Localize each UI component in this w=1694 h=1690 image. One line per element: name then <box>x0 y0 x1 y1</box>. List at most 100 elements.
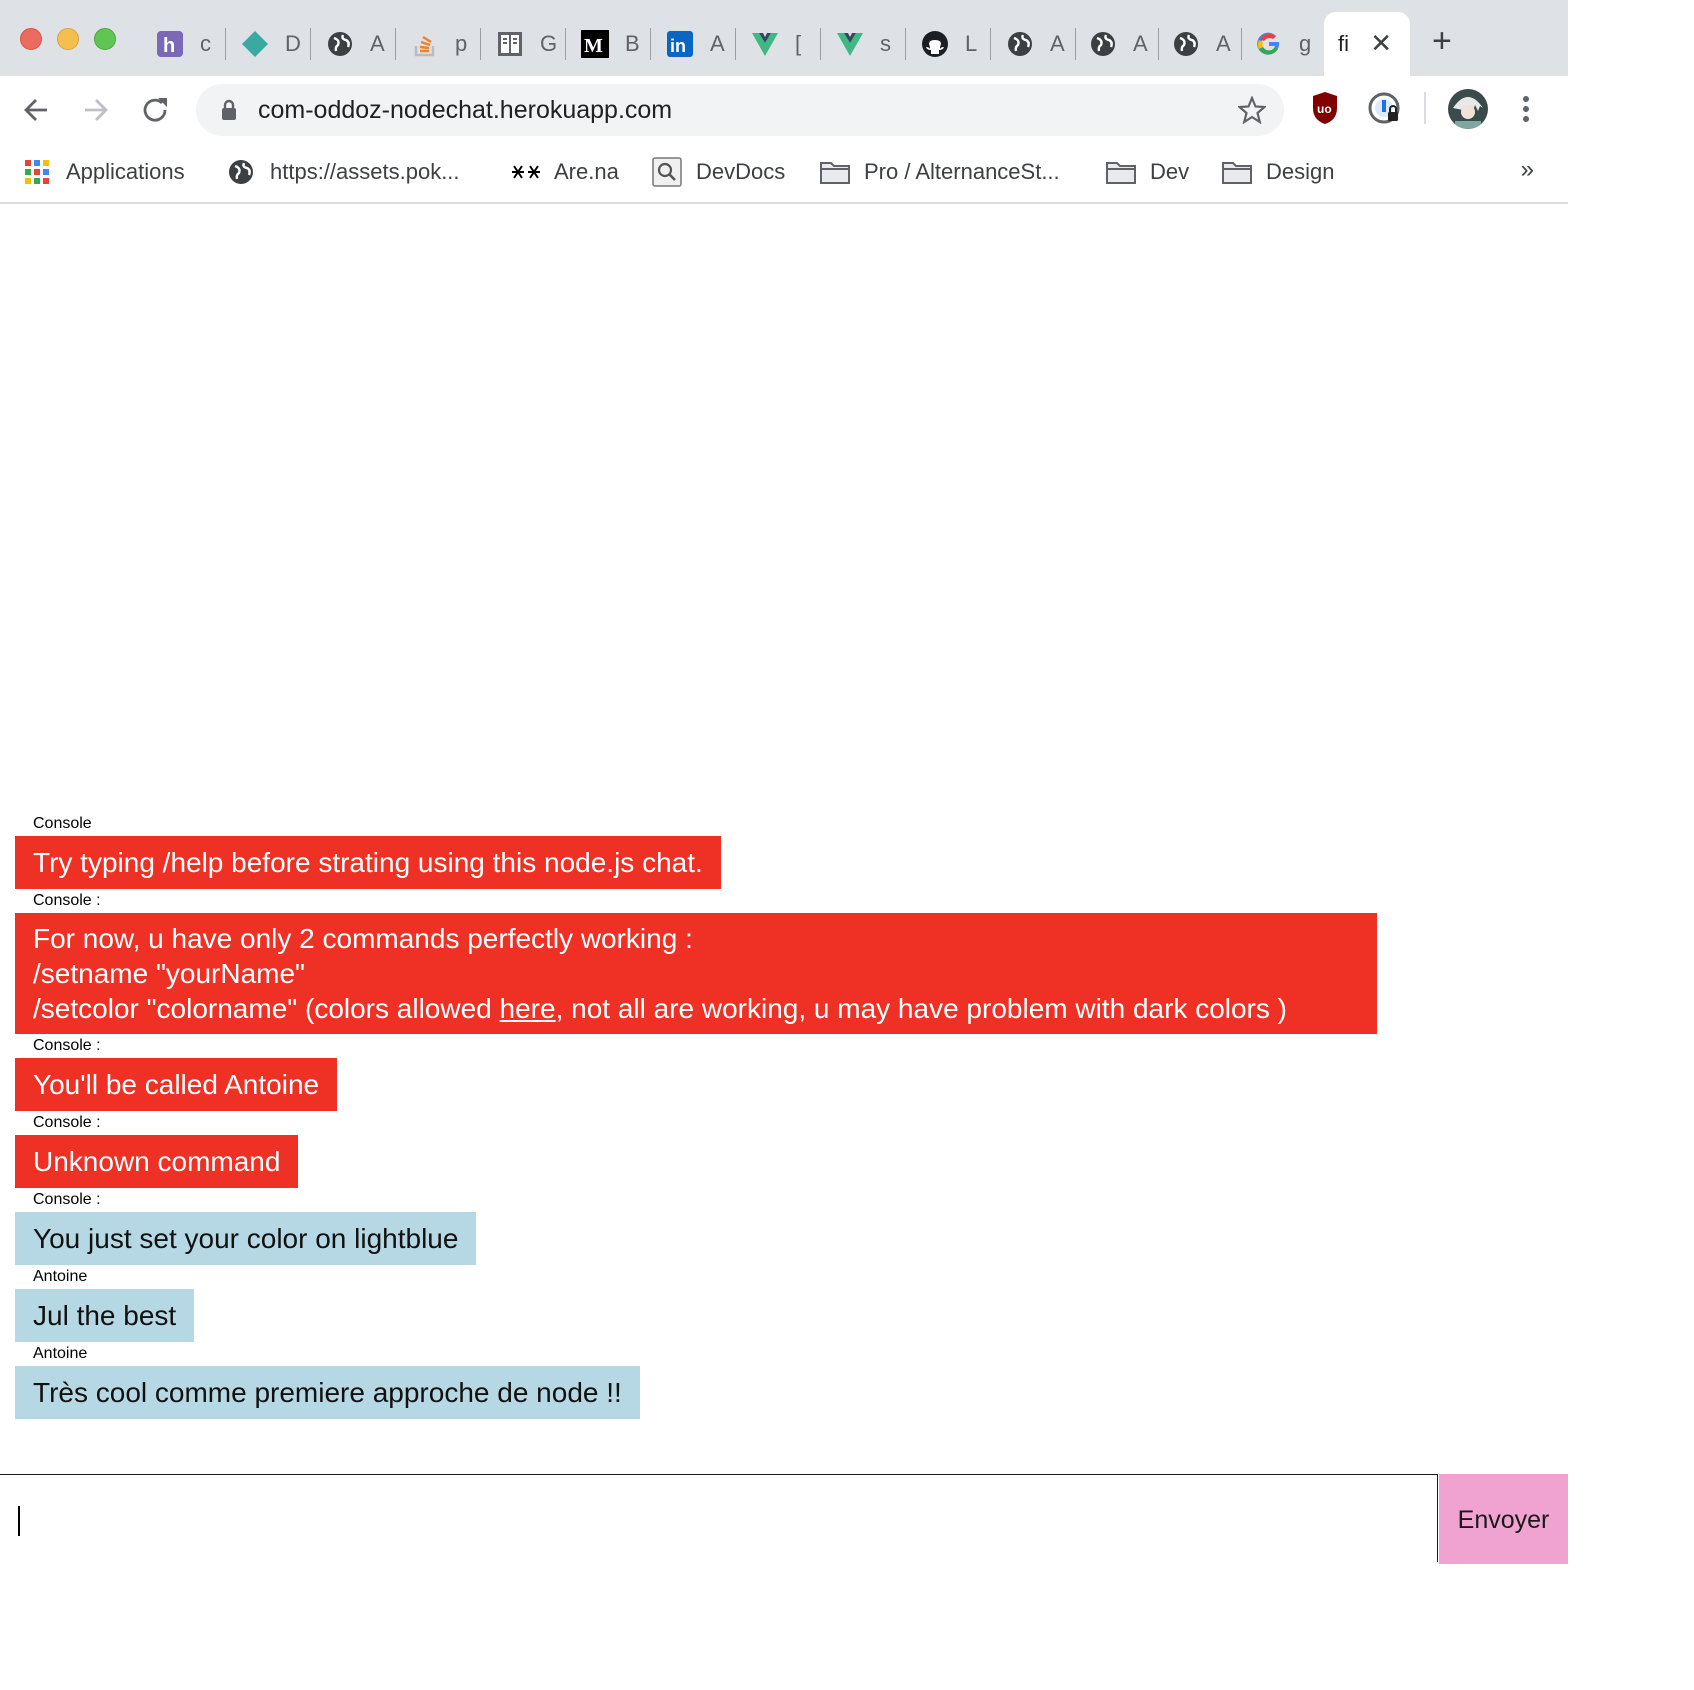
tab-10[interactable]: L <box>907 20 991 68</box>
tab-9[interactable]: s <box>822 20 906 68</box>
linkedin-icon: in <box>666 30 694 58</box>
tab-3[interactable]: A <box>312 20 396 68</box>
message: Console : You just set your color on lig… <box>15 1188 1495 1265</box>
tab-8[interactable]: [ <box>737 20 821 68</box>
forward-button[interactable] <box>78 92 114 128</box>
globe-icon <box>1172 30 1200 58</box>
maximize-window-button[interactable] <box>94 28 116 50</box>
tab-12[interactable]: A <box>1075 20 1159 68</box>
tab-1[interactable]: h c <box>142 20 226 68</box>
send-button[interactable]: Envoyer <box>1439 1474 1568 1564</box>
arrow-left-icon <box>24 99 47 121</box>
folder-icon <box>1106 157 1136 187</box>
bookmark-folder-design[interactable]: Design <box>1222 154 1334 190</box>
svg-text:in: in <box>670 36 686 56</box>
bookmark-star-icon[interactable] <box>1236 95 1268 129</box>
close-tab-icon[interactable]: ✕ <box>1370 30 1392 56</box>
tab-strip: h c D A p G M B in A [s L A A A g fi ✕ … <box>0 0 1568 76</box>
tab-active[interactable]: fi ✕ <box>1324 12 1410 76</box>
lock-icon <box>220 98 238 127</box>
globe-icon <box>326 30 354 58</box>
tab-6[interactable]: M B <box>567 20 651 68</box>
password-manager-icon[interactable] <box>1368 90 1402 131</box>
message: Antoine Très cool comme premiere approch… <box>15 1342 1495 1419</box>
bookmark-devdocs[interactable]: DevDocs <box>652 154 785 190</box>
svg-text:h: h <box>163 35 175 57</box>
tab-4[interactable]: p <box>397 20 481 68</box>
message: Console Try typing /help before strating… <box>15 812 1495 889</box>
browser-toolbar: com-oddoz-nodechat.herokuapp.com uo <box>0 76 1568 144</box>
toolbar-divider <box>1424 92 1426 124</box>
globe-icon <box>1089 30 1117 58</box>
globe-icon <box>1006 30 1034 58</box>
reload-button[interactable] <box>138 92 174 128</box>
colors-link[interactable]: here <box>500 993 556 1024</box>
diamond-icon <box>241 30 269 58</box>
message-line: /setname "yourName" <box>33 958 305 989</box>
avatar[interactable] <box>1447 88 1489 135</box>
message-author: Antoine <box>33 1268 88 1285</box>
svg-text:uo: uo <box>1317 102 1332 116</box>
message-author: Console <box>33 815 92 832</box>
address-bar[interactable]: com-oddoz-nodechat.herokuapp.com <box>196 84 1284 136</box>
message-line: /setcolor "colorname" (colors allowed he… <box>33 993 1287 1024</box>
message-author: Console : <box>33 892 101 909</box>
message-bubble: Jul the best <box>15 1289 195 1342</box>
back-button[interactable] <box>18 92 54 128</box>
message-bubble: Unknown command <box>15 1135 299 1188</box>
github-icon <box>921 30 949 58</box>
bookmark-folder-pro[interactable]: Pro / AlternanceSt... <box>820 154 1060 190</box>
bookmarks-bar: Applications https://assets.pok... Are.n… <box>0 144 1568 204</box>
close-window-button[interactable] <box>20 28 42 50</box>
message-author: Console : <box>33 1191 101 1208</box>
vue-icon <box>751 30 779 58</box>
globe-icon <box>226 157 256 187</box>
apps-grid-icon <box>22 157 52 187</box>
svg-text:M: M <box>584 35 603 57</box>
message-author: Console : <box>33 1114 101 1131</box>
tab-2[interactable]: D <box>227 20 311 68</box>
tab-11[interactable]: A <box>992 20 1076 68</box>
message-bubble: Try typing /help before strating using t… <box>15 836 721 889</box>
medium-icon: M <box>581 30 609 58</box>
kebab-menu-icon[interactable] <box>1516 94 1536 131</box>
folder-icon <box>1222 157 1252 187</box>
heroku-icon: h <box>156 30 184 58</box>
message-bubble: Très cool comme premiere approche de nod… <box>15 1366 640 1419</box>
message-author: Console : <box>33 1037 101 1054</box>
bookmark-applications[interactable]: Applications <box>22 154 185 190</box>
ublock-icon[interactable]: uo <box>1311 90 1339 131</box>
devdocs-icon <box>652 157 682 187</box>
message: Antoine Jul the best <box>15 1265 1495 1342</box>
url-text: com-oddoz-nodechat.herokuapp.com <box>258 96 673 124</box>
bookmarks-overflow-icon[interactable]: » <box>1521 156 1534 184</box>
message: Console : Unknown command <box>15 1111 1495 1188</box>
tab-14[interactable]: g <box>1241 20 1325 68</box>
message: Console : You'll be called Antoine <box>15 1034 1495 1111</box>
tab-7[interactable]: in A <box>652 20 736 68</box>
message-bubble: For now, u have only 2 commands perfectl… <box>15 913 1377 1034</box>
bookmark-arena[interactable]: Are.na <box>510 154 619 190</box>
bookmark-folder-dev[interactable]: Dev <box>1106 154 1189 190</box>
bookmark-assets[interactable]: https://assets.pok... <box>226 154 460 190</box>
arena-icon <box>510 157 540 187</box>
tab-5[interactable]: G <box>482 20 566 68</box>
minimize-window-button[interactable] <box>57 28 79 50</box>
message: Console : For now, u have only 2 command… <box>15 889 1495 1034</box>
message-composer: Envoyer <box>0 1474 1568 1564</box>
vue-icon <box>836 30 864 58</box>
folder-icon <box>820 157 850 187</box>
message-input[interactable] <box>0 1474 1438 1562</box>
message-bubble: You'll be called Antoine <box>15 1058 338 1111</box>
book-icon <box>496 30 524 58</box>
tab-13[interactable]: A <box>1158 20 1242 68</box>
message-line: For now, u have only 2 commands perfectl… <box>33 923 693 954</box>
chat-messages: Console Try typing /help before strating… <box>15 812 1495 1419</box>
message-bubble: You just set your color on lightblue <box>15 1212 477 1265</box>
text-caret <box>18 1506 20 1536</box>
new-tab-button[interactable]: + <box>1432 24 1452 58</box>
message-author: Antoine <box>33 1345 88 1362</box>
stackoverflow-icon <box>411 30 439 58</box>
reload-icon <box>143 98 167 122</box>
arrow-right-icon <box>85 99 108 121</box>
